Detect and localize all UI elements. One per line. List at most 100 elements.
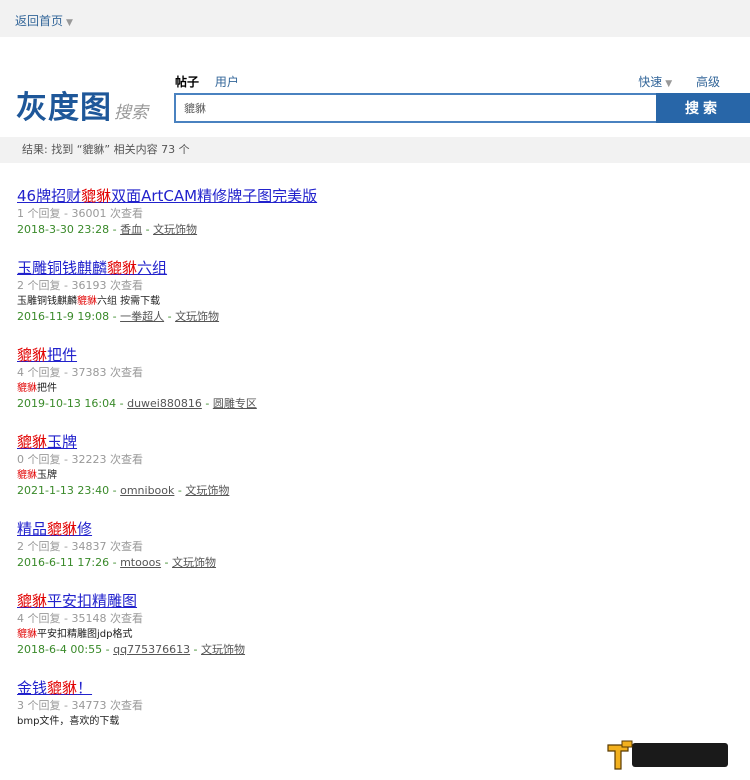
results-list: 46牌招财貔貅双面ArtCAM精修牌子图完美版 1 个回复 - 36001 次查… [17,186,737,749]
result-info: 2016-11-9 19:08 - 一拳超人 - 文玩饰物 [17,309,737,325]
result-meta: 3 个回复 - 34773 次查看 [17,699,143,712]
snippet-text: 玉雕铜钱麒麟 [17,296,77,307]
site-logo[interactable]: 灰度图 搜索 [16,82,148,127]
separator: - [174,484,186,497]
tab-posts[interactable]: 帖子 [175,75,199,89]
result-item: 46牌招财貔貅双面ArtCAM精修牌子图完美版 1 个回复 - 36001 次查… [17,186,737,238]
snippet-text: 平安扣精雕图jdp格式 [37,629,133,640]
result-item: 貔貅把件 4 个回复 - 37383 次查看 貔貅把件 2019-10-13 1… [17,345,737,412]
result-date: 2021-1-13 23:40 [17,484,110,497]
result-title-link[interactable]: 玉雕铜钱麒麟貔貅六组 [17,258,737,278]
title-text: 把件 [47,346,78,364]
title-text: 玉牌 [47,433,78,451]
result-date: 2019-10-13 16:04 [17,397,117,410]
site-badge-logo [606,737,730,771]
result-meta: 2 个回复 - 36193 次查看 [17,279,143,292]
title-highlight: 貔貅 [47,520,78,538]
search-options: 快速 ▼ 高级 [638,73,720,90]
result-meta: 0 个回复 - 32223 次查看 [17,453,143,466]
search-box [174,93,656,123]
separator: - [164,310,176,323]
result-forum-link[interactable]: 文玩饰物 [172,556,216,569]
separator: - [109,556,121,569]
separator: - [190,643,202,656]
title-highlight: 貔貅 [17,346,48,364]
result-title-link[interactable]: 貔貅玉牌 [17,432,737,452]
result-author-link[interactable]: omnibook [120,484,174,497]
result-author-link[interactable]: 香血 [120,223,142,236]
search-button[interactable]: 搜索 [656,93,750,123]
separator: - [116,397,128,410]
snippet-text: 把件 [37,383,57,394]
result-meta: 4 个回复 - 37383 次查看 [17,366,143,379]
title-text: 金钱 [17,679,48,697]
result-item: 貔貅玉牌 0 个回复 - 32223 次查看 貔貅玉牌 2021-1-13 23… [17,432,737,499]
separator: - [161,556,173,569]
snippet-highlight: 貔貅 [17,383,37,394]
title-text: 玉雕铜钱麒麟 [17,259,108,277]
title-text: 46牌招财 [17,187,82,205]
chevron-down-icon: ▼ [66,18,73,28]
title-text: 精品 [17,520,48,538]
title-text: 双面ArtCAM精修牌子图完美版 [111,187,318,205]
result-meta: 4 个回复 - 35148 次查看 [17,612,143,625]
badge-graphic [607,740,728,770]
snippet-highlight: 貔貅 [17,629,37,640]
result-title-link[interactable]: 金钱貔貅！ [17,678,737,698]
result-author-link[interactable]: 一拳超人 [120,310,164,323]
title-highlight: 貔貅 [17,592,48,610]
result-forum-link[interactable]: 圆雕专区 [213,397,257,410]
result-title-link[interactable]: 46牌招财貔貅双面ArtCAM精修牌子图完美版 [17,186,737,206]
result-author-link[interactable]: duwei880816 [127,397,202,410]
result-date: 2016-6-11 17:26 [17,556,110,569]
title-text: 平安扣精雕图 [47,592,138,610]
result-forum-link[interactable]: 文玩饰物 [175,310,219,323]
result-item: 玉雕铜钱麒麟貔貅六组 2 个回复 - 36193 次查看 玉雕铜钱麒麟貔貅六组 … [17,258,737,325]
separator: - [201,397,213,410]
result-snippet: bmp文件，喜欢的下载 [17,714,737,729]
snippet-text: bmp文件，喜欢的下载 [17,716,120,727]
snippet-text: 六组 按需下载 [97,296,161,307]
result-author-link[interactable]: mtooos [120,556,161,569]
result-info: 2021-1-13 23:40 - omnibook - 文玩饰物 [17,483,737,499]
title-text: 六组 [137,259,168,277]
tab-users[interactable]: 用户 [215,75,239,89]
result-author-link[interactable]: qq775376613 [113,643,190,656]
result-title-link[interactable]: 精品貔貅修 [17,519,737,539]
quick-search-dropdown[interactable]: 快速 ▼ [638,75,672,89]
result-meta: 1 个回复 - 36001 次查看 [17,207,143,220]
title-text: ！ [77,679,93,697]
result-date: 2018-3-30 23:28 [17,223,110,236]
result-title-link[interactable]: 貔貅把件 [17,345,737,365]
separator: - [109,223,121,236]
chevron-down-icon: ▼ [665,79,673,89]
search-input[interactable] [176,95,656,121]
result-info: 2018-6-4 00:55 - qq775376613 - 文玩饰物 [17,642,737,658]
separator: - [109,484,121,497]
snippet-highlight: 貔貅 [17,470,37,481]
quick-search-label: 快速 [638,75,663,89]
result-snippet: 玉雕铜钱麒麟貔貅六组 按需下载 [17,294,737,309]
result-forum-link[interactable]: 文玩饰物 [201,643,245,656]
result-item: 貔貅平安扣精雕图 4 个回复 - 35148 次查看 貔貅平安扣精雕图jdp格式… [17,591,737,658]
result-date: 2016-11-9 19:08 [17,310,110,323]
top-bar [0,0,750,37]
result-summary-text: 结果: 找到 “貔貅” 相关内容 73 个 [22,143,190,156]
result-snippet: 貔貅把件 [17,381,737,396]
result-info: 2018-3-30 23:28 - 香血 - 文玩饰物 [17,222,737,238]
result-forum-link[interactable]: 文玩饰物 [153,223,197,236]
result-item: 精品貔貅修 2 个回复 - 34837 次查看 2016-6-11 17:26 … [17,519,737,571]
advanced-search-link[interactable]: 高级 [696,75,720,89]
search-type-tabs: 帖子 用户 [175,73,251,90]
title-highlight: 貔貅 [17,433,48,451]
separator: - [109,310,121,323]
title-highlight: 貔貅 [81,187,112,205]
snippet-highlight: 貔貅 [77,296,97,307]
result-summary: 结果: 找到 “貔貅” 相关内容 73 个 [0,137,750,163]
title-highlight: 貔貅 [47,679,78,697]
result-info: 2016-6-11 17:26 - mtooos - 文玩饰物 [17,555,737,571]
result-forum-link[interactable]: 文玩饰物 [185,484,229,497]
back-home-link[interactable]: 返回首页 ▼ [15,12,73,29]
result-title-link[interactable]: 貔貅平安扣精雕图 [17,591,737,611]
title-text: 修 [77,520,93,538]
